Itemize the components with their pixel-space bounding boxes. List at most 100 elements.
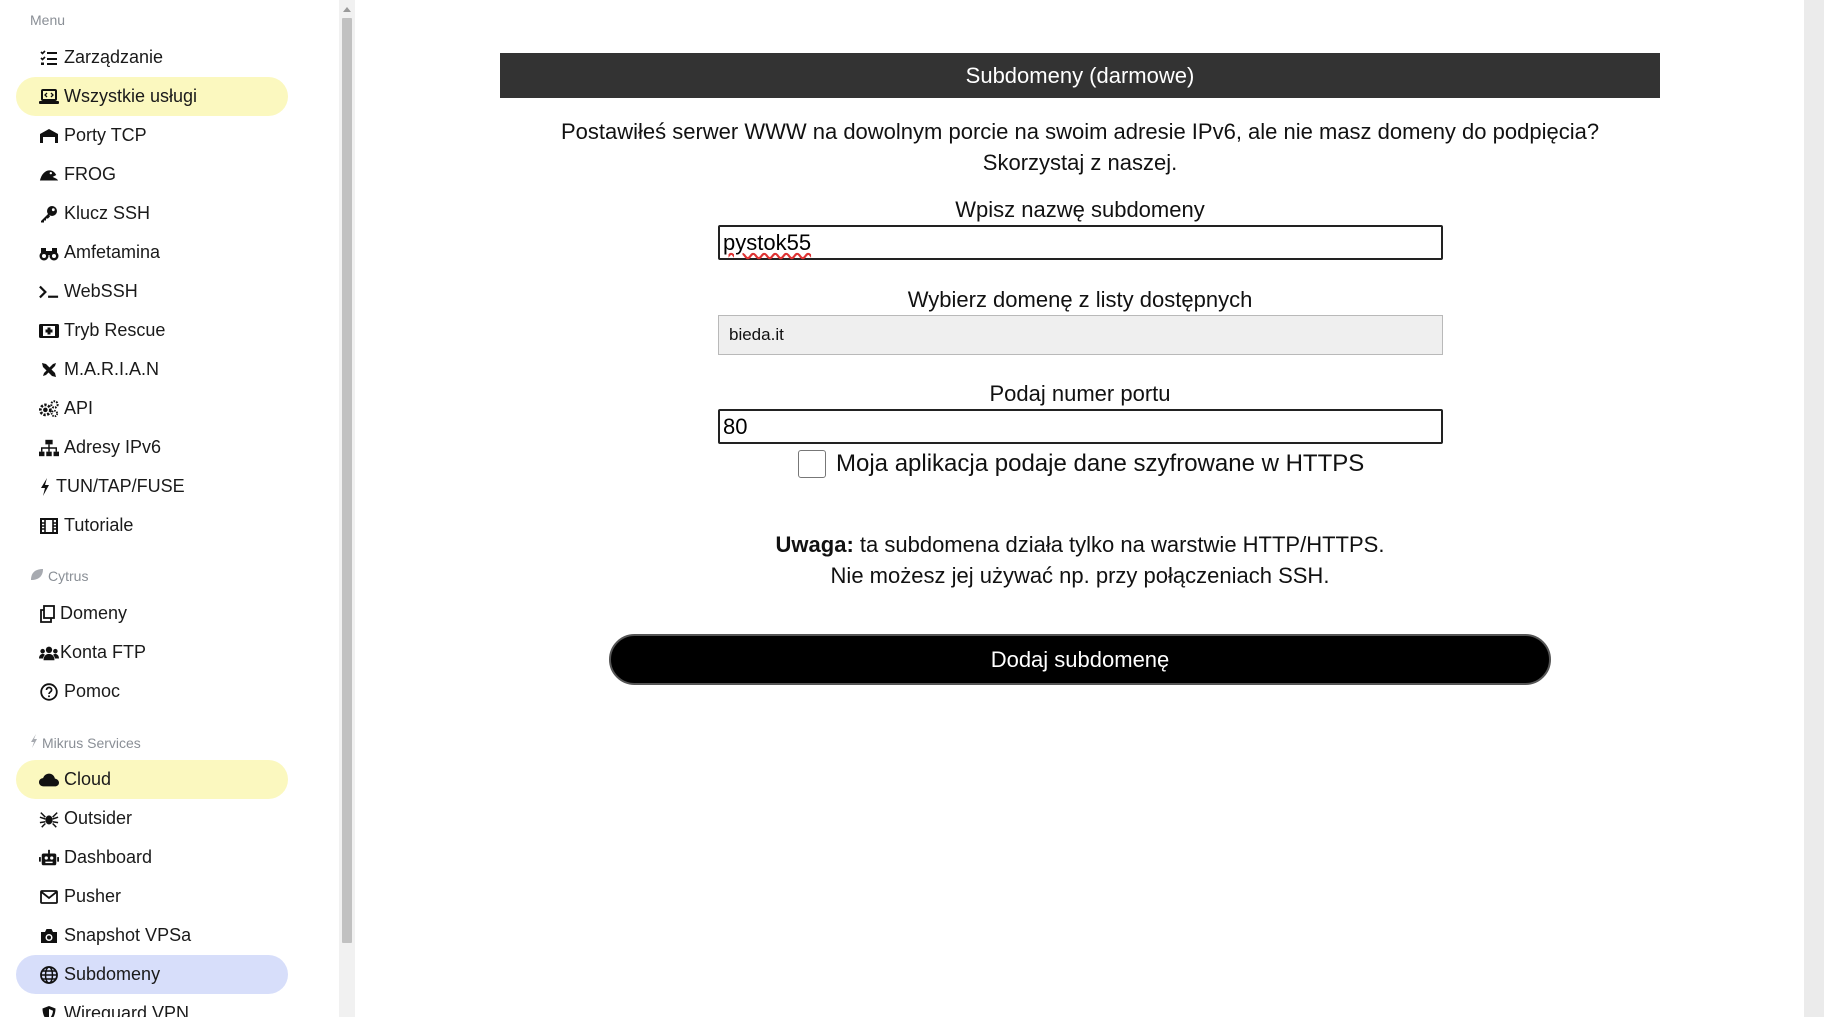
copy-icon — [39, 604, 55, 623]
intro-line: Postawiłeś serwer WWW na dowolnym porcie… — [560, 119, 1600, 144]
warning-text: ta subdomena działa tylko na warstwie HT… — [853, 532, 1385, 557]
domain-label: Wybierz domenę z listy dostępnych — [907, 287, 1253, 312]
sidebar-item-tryb-rescue[interactable]: Tryb Rescue — [16, 311, 288, 350]
sidebar-item-label: Outsider — [64, 808, 133, 828]
scroll-up-arrow-icon[interactable] — [343, 7, 351, 12]
sidebar-item-wszystkie-uslugi[interactable]: Wszystkie usługi — [16, 77, 288, 116]
sidebar-item-label: FROG — [64, 164, 116, 184]
subdomain-input-value: pystok55 — [723, 229, 812, 255]
envelope-icon — [39, 888, 59, 906]
port-input[interactable]: 80 — [718, 409, 1443, 444]
sidebar-item-label: API — [64, 398, 94, 418]
https-option: Moja aplikacja podaje dane szyfrowane w … — [798, 446, 1364, 482]
sidebar-item-outsider[interactable]: Outsider — [16, 799, 288, 838]
sidebar-item-klucz-ssh[interactable]: Klucz SSH — [16, 194, 288, 233]
sidebar-item-label: Adresy IPv6 — [64, 437, 162, 457]
question-circle-icon — [39, 682, 59, 701]
sidebar-item-label: Klucz SSH — [64, 203, 151, 223]
sidebar-item-cloud[interactable]: Cloud — [16, 760, 288, 799]
sidebar-item-label: M.A.R.I.A.N — [64, 359, 160, 379]
sidebar-item-label: Tutoriale — [64, 515, 134, 535]
warning-line: Uwaga: ta subdomena działa tylko na wars… — [500, 529, 1660, 560]
sidebar-item-label: Subdomeny — [64, 964, 161, 984]
sidebar-item-pusher[interactable]: Pusher — [16, 877, 288, 916]
sidebar-item-webssh[interactable]: WebSSH — [16, 272, 288, 311]
sidebar: Menu Zarządzanie Wszystkie usługi Porty … — [0, 0, 339, 1017]
binoculars-icon — [39, 244, 59, 262]
sidebar-item-label: Zarządzanie — [64, 47, 164, 67]
terminal-icon — [39, 283, 59, 301]
laptop-code-icon — [39, 88, 59, 106]
sidebar-item-label: Konta FTP — [60, 642, 147, 662]
main-content: Subdomeny (darmowe) Postawiłeś serwer WW… — [355, 0, 1804, 1017]
sidebar-item-subdomeny[interactable]: Subdomeny — [16, 955, 288, 994]
key-icon — [39, 205, 59, 223]
intro-text: Postawiłeś serwer WWW na dowolnym porcie… — [500, 116, 1660, 178]
sidebar-item-label: Wszystkie usługi — [64, 86, 198, 106]
domain-select[interactable]: bieda.it — [718, 315, 1443, 355]
warning-line: Nie możesz jej używać np. przy połączeni… — [830, 563, 1330, 588]
sidebar-item-label: Amfetamina — [64, 242, 161, 262]
list-check-icon — [39, 49, 59, 67]
port-input-value: 80 — [723, 413, 748, 439]
leaf-icon — [30, 568, 44, 584]
sidebar-item-dashboard[interactable]: Dashboard — [16, 838, 288, 877]
sidebar-item-konta-ftp[interactable]: Konta FTP — [16, 633, 288, 672]
sidebar-item-label: Cloud — [64, 769, 112, 789]
section-label-cytrus: Cytrus — [30, 568, 88, 584]
cogs-icon — [39, 399, 59, 418]
sidebar-item-domeny[interactable]: Domeny — [16, 594, 288, 633]
sidebar-item-label: Porty TCP — [64, 125, 147, 145]
sidebar-item-label: Pusher — [64, 886, 122, 906]
intro-line: Skorzystaj z naszej. — [982, 150, 1178, 175]
film-icon — [39, 517, 59, 535]
section-label-mikrus-services: Mikrus Services — [30, 734, 141, 751]
first-aid-icon — [39, 322, 59, 340]
globe-icon — [39, 965, 59, 984]
sidebar-item-zarzadzanie[interactable]: Zarządzanie — [16, 38, 288, 77]
sitemap-icon — [39, 439, 59, 457]
scrollbar-thumb[interactable] — [342, 18, 352, 943]
camera-icon — [39, 927, 59, 945]
warning-note: Uwaga: ta subdomena działa tylko na wars… — [500, 529, 1660, 591]
tools-icon — [39, 361, 59, 379]
domain-select-value: bieda.it — [729, 325, 784, 344]
sidebar-item-frog[interactable]: FROG — [16, 155, 288, 194]
shield-icon — [39, 1005, 59, 1017]
bolt-icon — [39, 477, 51, 496]
sidebar-item-label: Wireguard VPN — [64, 1003, 190, 1017]
users-icon — [39, 644, 59, 662]
sidebar-item-tun-tap-fuse[interactable]: TUN/TAP/FUSE — [16, 467, 288, 506]
sidebar-item-label: TUN/TAP/FUSE — [56, 476, 185, 496]
sidebar-item-api[interactable]: API — [16, 389, 288, 428]
sidebar-item-label: WebSSH — [64, 281, 138, 301]
sidebar-item-label: Snapshot VPSa — [64, 925, 192, 945]
cloud-icon — [39, 771, 59, 789]
warning-bold: Uwaga: — [775, 532, 854, 557]
network-wired-icon — [39, 127, 59, 145]
frog-icon — [39, 166, 59, 184]
robot-icon — [39, 849, 59, 867]
https-checkbox-label[interactable]: Moja aplikacja podaje dane szyfrowane w … — [836, 450, 1364, 478]
https-checkbox[interactable] — [798, 450, 826, 478]
sidebar-item-porty-tcp[interactable]: Porty TCP — [16, 116, 288, 155]
port-label: Podaj numer portu — [989, 381, 1171, 406]
page-right-margin — [1805, 0, 1824, 1017]
spider-icon — [39, 810, 59, 828]
sidebar-item-wireguard-vpn[interactable]: Wireguard VPN — [16, 994, 288, 1017]
sidebar-item-label: Dashboard — [64, 847, 153, 867]
sidebar-item-label: Pomoc — [64, 681, 121, 701]
sidebar-item-label: Domeny — [60, 603, 128, 623]
sidebar-item-marian[interactable]: M.A.R.I.A.N — [16, 350, 288, 389]
add-subdomain-button[interactable]: Dodaj subdomenę — [609, 634, 1551, 685]
sidebar-item-tutoriale[interactable]: Tutoriale — [16, 506, 288, 545]
subdomain-label: Wpisz nazwę subdomeny — [955, 197, 1205, 222]
sidebar-item-pomoc[interactable]: Pomoc — [16, 672, 288, 711]
sidebar-item-amfetamina[interactable]: Amfetamina — [16, 233, 288, 272]
sidebar-scrollbar[interactable] — [339, 0, 355, 1017]
sidebar-item-label: Tryb Rescue — [64, 320, 166, 340]
subdomain-input[interactable]: pystok55 — [718, 225, 1443, 260]
sidebar-item-snapshot-vpsa[interactable]: Snapshot VPSa — [16, 916, 288, 955]
section-label-menu: Menu — [30, 12, 66, 28]
sidebar-item-adresy-ipv6[interactable]: Adresy IPv6 — [16, 428, 288, 467]
